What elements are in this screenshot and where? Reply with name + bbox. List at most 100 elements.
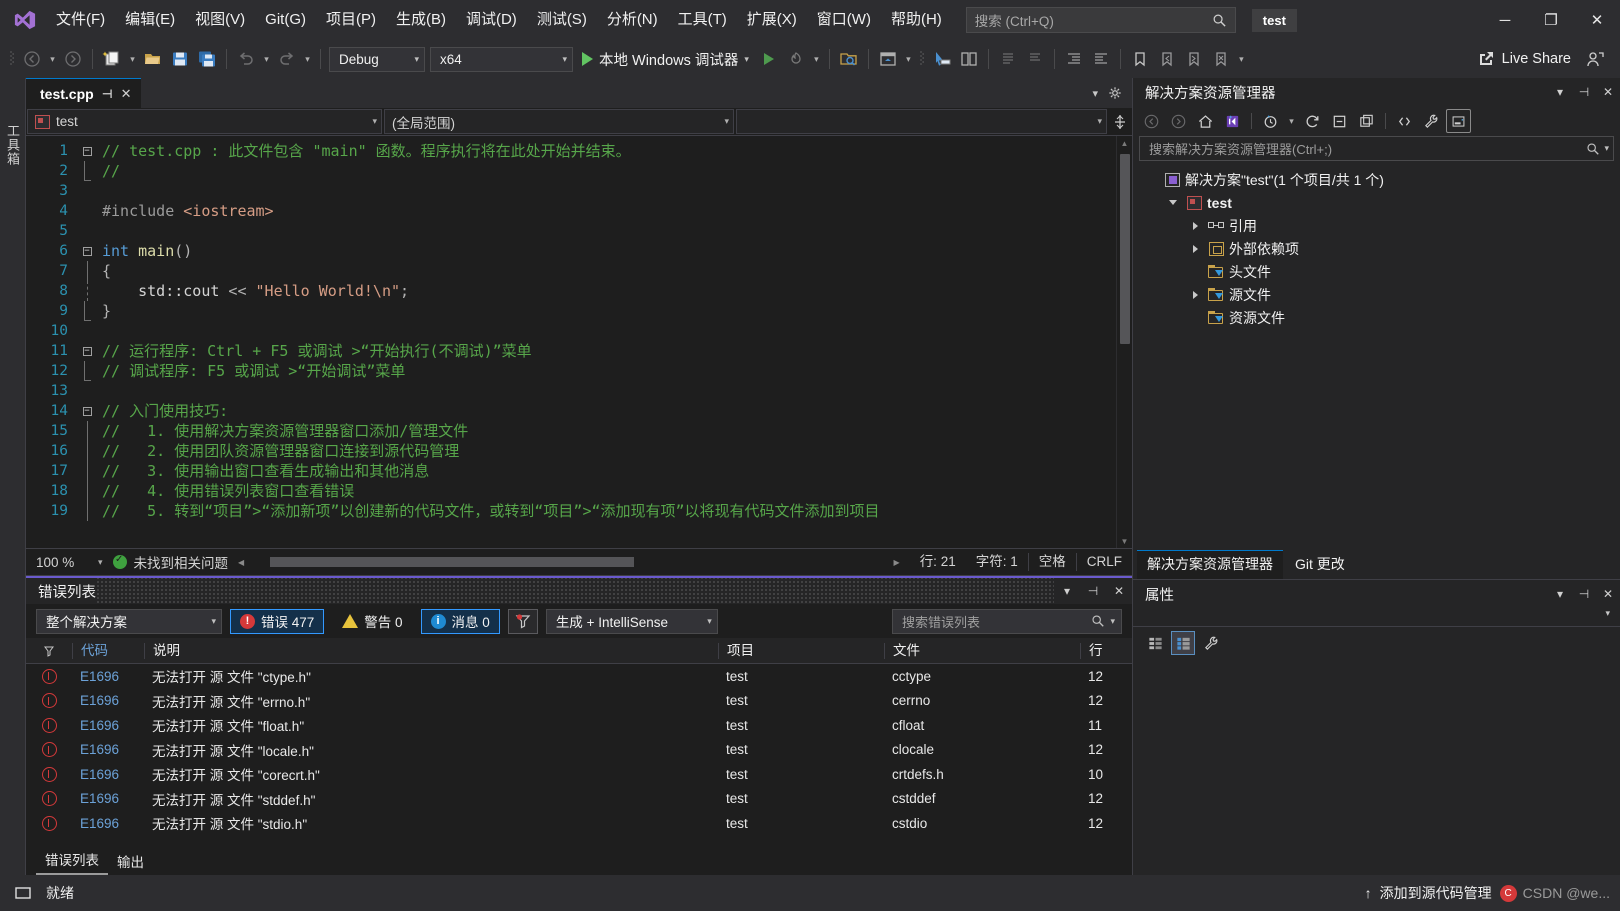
column-header-description[interactable]: 说明 [144,643,718,659]
fold-indicator[interactable]: − [78,401,96,421]
error-row[interactable]: E1696无法打开 源 文件 "stdio.h"testcstdio12 [26,811,1132,836]
code-line[interactable]: 17// 3. 使用输出窗口查看生成输出和其他消息 [26,461,1116,481]
errors-filter-button[interactable]: ! 错误 477 [230,609,324,634]
categorized-icon[interactable] [1143,631,1167,655]
error-row[interactable]: E1696无法打开 源 文件 "errno.h"testcerrno12 [26,689,1132,714]
solution-platform-combo[interactable]: x64 ▾ [430,47,573,72]
indentation-mode[interactable]: 空格 [1028,553,1076,571]
up-arrow-icon[interactable]: ↑ [1365,885,1372,901]
chevron-down-icon[interactable]: ▾ [1092,87,1098,100]
tree-twisty[interactable] [1185,222,1205,230]
code-line[interactable]: 11−// 运行程序: Ctrl + F5 或调试 >“开始执行(不调试)”菜单 [26,341,1116,361]
live-share-button[interactable]: Live Share [1467,45,1581,73]
code-line[interactable]: 18// 4. 使用错误列表窗口查看错误 [26,481,1116,501]
fold-indicator[interactable]: − [78,141,96,161]
next-bookmark-icon[interactable] [1181,46,1207,72]
error-search-input[interactable]: 搜索错误列表 ▾ [892,609,1122,634]
gear-icon[interactable] [1108,86,1122,100]
tab-git-changes[interactable]: Git 更改 [1285,551,1355,579]
menu-view[interactable]: 视图(V) [185,0,255,40]
menu-git[interactable]: Git(G) [255,0,316,40]
code-line[interactable]: 12// 调试程序: F5 或调试 >“开始调试”菜单 [26,361,1116,381]
hot-reload-dropdown[interactable]: ▾ [810,46,823,72]
solution-tree[interactable]: 解决方案"test"(1 个项目/共 1 个)test引用外部依赖项头文件源文件… [1133,165,1620,551]
close-button[interactable]: ✕ [1574,0,1620,40]
navigate-backward-dropdown[interactable]: ▾ [46,46,59,72]
editor-vertical-scrollbar[interactable]: ▲ ▼ [1116,136,1132,548]
pointer-select-icon[interactable] [929,46,955,72]
pin-icon[interactable]: ⊣ [1572,587,1596,601]
properties-object-selector[interactable]: ▾ [1133,608,1620,626]
solution-tree-item[interactable]: 外部依赖项 [1133,237,1620,260]
solution-tree-item[interactable]: 头文件 [1133,260,1620,283]
close-icon[interactable]: ✕ [1106,584,1132,598]
solution-configuration-combo[interactable]: Debug ▾ [329,47,425,72]
close-icon[interactable]: ✕ [1596,587,1620,601]
line-endings[interactable]: CRLF [1076,553,1132,571]
error-row[interactable]: E1696无法打开 源 文件 "corecrt.h"testcrtdefs.h1… [26,762,1132,787]
compare-files-icon[interactable] [956,46,982,72]
column-header-code[interactable]: 代码 [72,643,144,659]
code-line[interactable]: 9} [26,301,1116,321]
code-line[interactable]: 3 [26,181,1116,201]
sync-with-active-document-icon[interactable] [1220,109,1245,133]
start-without-debugging-icon[interactable] [756,46,782,72]
editor-horizontal-scrollbar[interactable]: ◀ ▶ [238,555,900,569]
show-all-files-icon[interactable] [1392,109,1417,133]
maximize-button[interactable]: ❐ [1528,0,1574,40]
build-intellisense-combo[interactable]: 生成 + IntelliSense ▾ [546,609,718,634]
scroll-right-icon[interactable]: ▶ [894,558,900,567]
chevron-down-icon[interactable]: ▾ [1054,584,1080,598]
chevron-right-icon[interactable] [1193,222,1198,230]
solution-tree-item[interactable]: 资源文件 [1133,306,1620,329]
increase-indent-icon[interactable] [1061,46,1087,72]
solution-tree-item[interactable]: test [1133,191,1620,214]
menu-extensions[interactable]: 扩展(X) [737,0,807,40]
error-scope-combo[interactable]: 整个解决方案 ▾ [36,609,222,634]
chevron-right-icon[interactable] [1193,245,1198,253]
tab-error-list[interactable]: 错误列表 [36,847,108,875]
column-header-file[interactable]: 文件 [884,643,1080,659]
menu-analyze[interactable]: 分析(N) [597,0,668,40]
chevron-down-icon[interactable]: ▾ [744,54,749,65]
menu-test[interactable]: 测试(S) [527,0,597,40]
save-all-icon[interactable] [194,46,220,72]
fold-indicator[interactable]: − [78,341,96,361]
messages-filter-button[interactable]: i 消息 0 [421,609,500,634]
scroll-up-icon[interactable]: ▲ [1117,136,1132,150]
undo-dropdown[interactable]: ▾ [260,46,273,72]
hot-reload-icon[interactable] [783,46,809,72]
navigate-forward-button[interactable] [60,46,86,72]
collapse-all-icon[interactable] [1327,109,1352,133]
scrollbar-thumb[interactable] [1120,154,1130,344]
forward-icon[interactable] [1166,109,1191,133]
menu-edit[interactable]: 编辑(E) [115,0,185,40]
chevron-down-icon[interactable] [1169,200,1177,205]
error-row[interactable]: E1696无法打开 源 文件 "ctype.h"testcctype12 [26,664,1132,689]
fold-indicator[interactable]: − [78,241,96,261]
global-search-input[interactable]: 搜索 (Ctrl+Q) [966,7,1236,33]
symbol-scope-combo[interactable]: ▾ [736,109,1107,134]
error-row[interactable]: E1696无法打开 源 文件 "locale.h"testclocale12 [26,738,1132,763]
back-icon[interactable] [1139,109,1164,133]
tree-twisty[interactable] [1185,245,1205,253]
toolbar-grip[interactable] [6,49,18,69]
scroll-down-icon[interactable]: ▼ [1117,534,1132,548]
project-scope-combo[interactable]: test ▾ [27,109,382,134]
find-in-files-icon[interactable] [836,46,862,72]
search-dropdown-icon[interactable]: ▾ [1600,143,1609,154]
column-header-project[interactable]: 项目 [718,643,884,659]
source-control-label[interactable]: 添加到源代码管理 [1380,883,1492,903]
undo-icon[interactable] [233,46,259,72]
code-line[interactable]: 5 [26,221,1116,241]
navigate-backward-button[interactable] [19,46,45,72]
solution-explorer-search-input[interactable]: 搜索解决方案资源管理器(Ctrl+;) ▾ [1139,136,1614,161]
panel-drag-area[interactable] [96,578,1054,604]
refresh-icon[interactable] [1300,109,1325,133]
toolbar-grip-2[interactable] [916,49,928,69]
properties-wrench-icon[interactable] [1419,109,1444,133]
code-line[interactable]: 19// 5. 转到“项目”>“添加新项”以创建新的代码文件，或转到“项目”>“… [26,501,1116,521]
close-icon[interactable]: ✕ [1596,85,1620,99]
menu-window[interactable]: 窗口(W) [807,0,881,40]
chevron-down-icon[interactable]: ▾ [1548,85,1572,99]
